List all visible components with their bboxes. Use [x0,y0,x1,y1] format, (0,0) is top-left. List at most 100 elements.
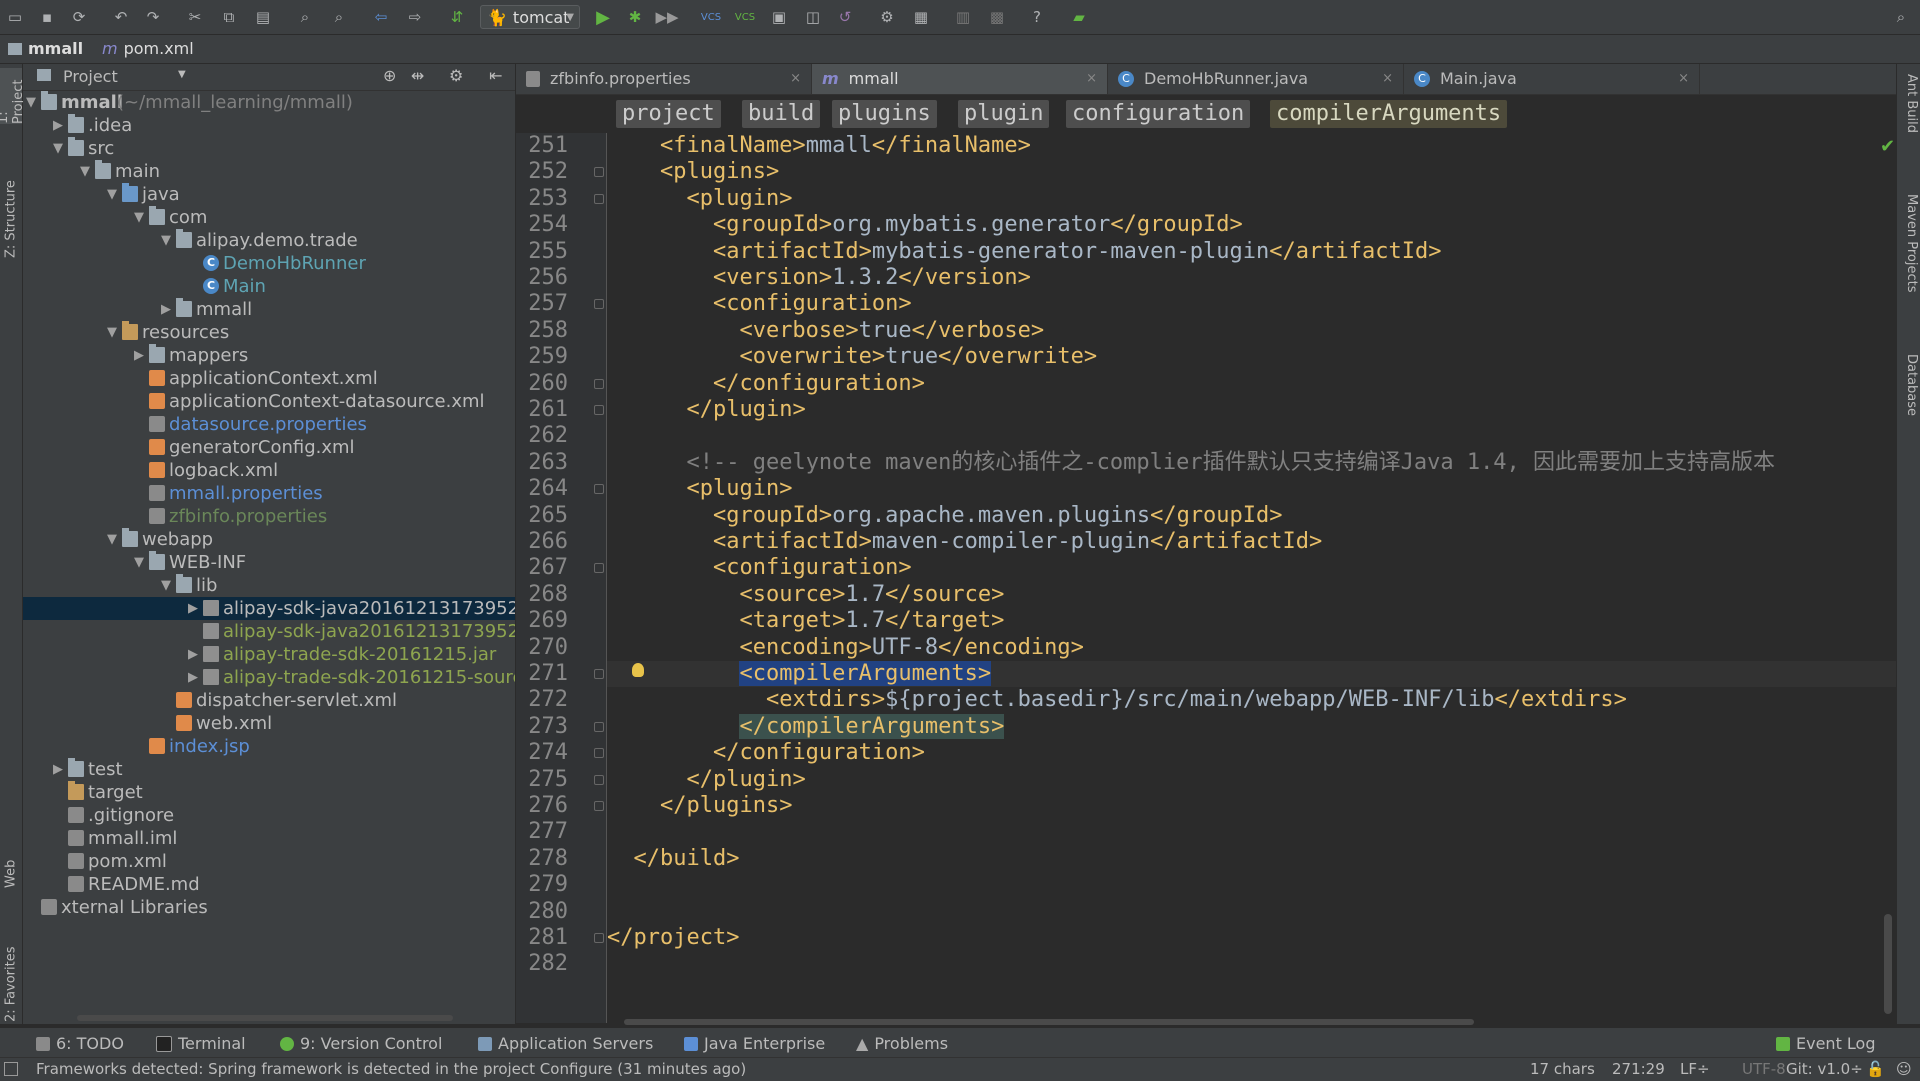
chevron-right-icon[interactable]: ▶ [186,597,200,620]
maven-projects-tool-tab[interactable]: Maven Projects [1899,194,1919,334]
breadcrumb-project[interactable]: project [616,100,721,128]
save-icon[interactable]: ▪ [36,6,58,28]
code-line[interactable]: <plugin> [607,186,1896,212]
forward-icon[interactable]: ⇨ [404,6,426,28]
ant-build-tool-tab[interactable]: Ant Build [1899,74,1919,164]
todo-tool-button[interactable]: 6: TODO [36,1034,124,1053]
caret-position[interactable]: 271:29 [1612,1060,1665,1078]
tree-item[interactable]: .gitignore [23,804,515,827]
tree-item[interactable]: ▼ lib [23,574,515,597]
revert-icon[interactable]: ↺ [834,6,856,28]
vcs-compare-icon[interactable]: ▣ [768,6,790,28]
code-line[interactable] [607,951,1896,977]
settings-icon[interactable]: ⚙ [876,6,898,28]
tree-item[interactable]: generatorConfig.xml [23,436,515,459]
run-configuration-select[interactable]: 🐈 tomcat ▼ [480,5,580,29]
fold-marker-icon[interactable] [594,669,604,679]
web-tool-tab[interactable]: Web [0,854,22,894]
fold-marker-icon[interactable] [594,167,604,178]
file-encoding[interactable]: UTF-8 [1742,1060,1786,1078]
status-message[interactable]: Frameworks detected: Spring framework is… [36,1060,746,1078]
code-line[interactable]: <source>1.7</source> [607,582,1896,608]
tree-item[interactable]: README.md [23,873,515,896]
code-line[interactable] [607,872,1896,898]
fold-marker-icon[interactable] [594,748,604,759]
tree-item[interactable]: mmall.properties [23,482,515,505]
breadcrumb-plugin[interactable]: plugin [958,100,1050,128]
tree-item[interactable]: C DemoHbRunner [23,252,515,275]
code-line[interactable] [607,899,1896,925]
java-enterprise-tool-button[interactable]: Java Enterprise [684,1034,825,1053]
code-line[interactable]: <verbose>true</verbose> [607,318,1896,344]
open-icon[interactable]: ▭ [4,6,26,28]
tree-item[interactable]: datasource.properties [23,413,515,436]
vcs-history-icon[interactable]: ◫ [802,6,824,28]
debug-icon[interactable]: ✱ [624,6,646,28]
version-control-tool-button[interactable]: 9: Version Control [280,1034,442,1053]
hide-icon[interactable]: ⇤ [489,66,502,85]
tab-demohbrunner-java[interactable]: C DemoHbRunner.java × [1108,64,1404,94]
breadcrumb-compilerarguments[interactable]: compilerArguments [1270,100,1508,128]
editor-horizontal-scrollbar[interactable] [624,1019,1474,1025]
git-branch[interactable]: Git: v1.0÷ [1786,1060,1863,1078]
chevron-right-icon[interactable]: ▶ [51,114,65,137]
code-line[interactable]: <version>1.3.2</version> [607,265,1896,291]
lock-icon[interactable]: 🔓 [1866,1060,1885,1078]
editor-vertical-scrollbar[interactable] [1884,914,1892,1014]
breadcrumb-plugins[interactable]: plugins [832,100,937,128]
line-separator[interactable]: LF÷ [1680,1060,1710,1078]
code-line[interactable] [607,819,1896,845]
tree-item[interactable]: ▶ mappers [23,344,515,367]
project-tool-tab[interactable]: 1: Project [0,68,26,124]
code-line[interactable]: <artifactId>mybatis-generator-maven-plug… [607,239,1896,265]
back-icon[interactable]: ⇦ [370,6,392,28]
tree-item[interactable]: dispatcher-servlet.xml [23,689,515,712]
collapse-icon[interactable]: ⇹ [411,66,424,85]
code-line[interactable]: <target>1.7</target> [607,608,1896,634]
nav-crumb-file[interactable]: m pom.xml [102,39,194,58]
tree-item[interactable]: ▶ .idea [23,114,515,137]
project-scrollbar[interactable] [77,1015,453,1021]
code-line[interactable]: </configuration> [607,740,1896,766]
chevron-down-icon[interactable]: ▼ [51,137,65,160]
chevron-down-icon[interactable]: ▼ [159,574,173,597]
code-line[interactable] [607,423,1896,449]
tree-item[interactable]: ▶ test [23,758,515,781]
code-line[interactable]: <!-- geelynote maven的核心插件之-complier插件默认只… [607,450,1896,476]
code-line[interactable]: </plugin> [607,767,1896,793]
toggle-tool-windows-icon[interactable] [4,1062,18,1076]
chevron-down-icon[interactable]: ▼ [105,183,119,206]
fold-marker-icon[interactable] [594,933,604,943]
chevron-right-icon[interactable]: ▶ [186,666,200,689]
code-line[interactable]: <plugins> [607,159,1896,185]
ant-icon[interactable]: ▩ [986,6,1008,28]
chevron-down-icon[interactable]: ▼ [105,321,119,344]
chevron-down-icon[interactable]: ▼ [105,528,119,551]
fold-marker-icon[interactable] [594,405,604,415]
chevron-down-icon[interactable]: ▼ [24,91,38,114]
close-icon[interactable]: × [790,64,801,94]
code-editor[interactable]: <finalName>mmall</finalName> <plugins> <… [607,133,1896,1023]
close-icon[interactable]: × [1678,64,1689,94]
sync-icon[interactable]: ⟳ [68,6,90,28]
copy-icon[interactable]: ⧉ [218,6,240,28]
code-line[interactable]: <extdirs>${project.basedir}/src/main/web… [607,687,1896,713]
code-line[interactable]: <overwrite>true</overwrite> [607,344,1896,370]
code-line[interactable]: <configuration> [607,555,1896,581]
chevron-right-icon[interactable]: ▶ [159,298,173,321]
tree-item[interactable]: ▼ java [23,183,515,206]
project-view-select[interactable]: Project [63,67,118,86]
close-icon[interactable]: × [1086,64,1097,94]
fold-marker-icon[interactable] [594,801,604,811]
tree-item[interactable]: C Main [23,275,515,298]
close-icon[interactable]: × [1382,64,1393,94]
tree-item[interactable]: applicationContext-datasource.xml [23,390,515,413]
tree-item[interactable]: logback.xml [23,459,515,482]
coverage-icon[interactable]: ▶▶ [655,6,678,28]
code-line[interactable]: <artifactId>maven-compiler-plugin</artif… [607,529,1896,555]
fold-marker-icon[interactable] [594,774,604,785]
tab-mmall[interactable]: m mmall × [812,64,1108,94]
code-line[interactable]: <finalName>mmall</finalName> [607,133,1896,159]
chevron-right-icon[interactable]: ▶ [186,643,200,666]
hector-icon[interactable]: ☺ [1896,1060,1912,1078]
